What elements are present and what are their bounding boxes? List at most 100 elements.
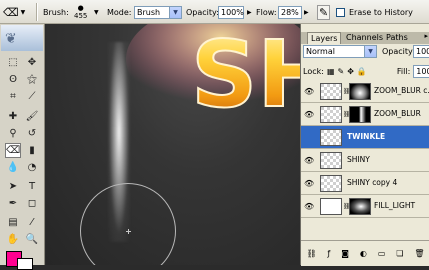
layer-name: TWINKLE (347, 132, 386, 141)
layer-style-icon[interactable]: ƒ (328, 249, 331, 258)
opacity-input[interactable]: 100% (218, 5, 244, 19)
layer-list: 👁 ⛓ ZOOM_BLUR c... 👁 ⛓ ZOOM_BLUR TWINKLE… (301, 80, 429, 240)
chevron-down-icon: ▼ (20, 8, 26, 16)
airbrush-button[interactable]: ✎ (317, 0, 331, 24)
shape-tool-icon[interactable]: ◻ (24, 196, 40, 211)
feather-logo-icon: ❦ (5, 31, 17, 47)
slice-tool-icon[interactable]: ⟋ (24, 89, 40, 104)
type-tool-icon[interactable]: T (24, 179, 40, 194)
history-brush-tool-icon[interactable]: ↺ (24, 126, 40, 141)
blend-mode-value: Normal (306, 47, 335, 56)
link-layers-icon[interactable]: ⛓ (306, 249, 316, 258)
lock-transparency-icon[interactable]: ▦ (327, 67, 335, 76)
brush-picker-arrow[interactable]: ▼ (92, 0, 99, 24)
brush-picker[interactable]: ● 455 (74, 0, 87, 24)
zoom-tool-icon[interactable]: 🔍 (24, 232, 40, 247)
mode-select[interactable]: Brush ▼ (134, 5, 182, 19)
document-canvas[interactable]: SH (46, 24, 300, 265)
blend-mode-select[interactable]: Normal ▼ (303, 45, 377, 58)
fill-value: 100 (416, 66, 429, 76)
flow-value: 28% (281, 7, 299, 17)
opacity-label: Opacity: (186, 7, 219, 17)
layer-name: FILL_LIGHT (374, 201, 416, 210)
tab-layers[interactable]: Layers (307, 32, 342, 44)
tab-channels[interactable]: Channels (343, 32, 386, 44)
blend-row: Normal ▼ Opacity: 100 (303, 45, 429, 59)
layer-row-selected[interactable]: TWINKLE (301, 126, 429, 149)
layer-thumbnail (320, 129, 342, 146)
fill-label: Fill: (396, 66, 411, 76)
magic-wand-tool-icon[interactable]: ⚝ (24, 72, 40, 87)
new-group-icon[interactable]: ▭ (378, 249, 386, 258)
layer-mask-thumbnail[interactable] (349, 198, 371, 215)
brush-size: 455 (74, 11, 88, 20)
layers-panel: Layers Channels Paths ▸ Normal ▼ Opacity… (300, 24, 429, 266)
toolbox-header: ❦ (1, 25, 43, 51)
toolbox: ❦ ⬚ ✥ ʘ ⚝ ⌗ ⟋ ✚ 🖌 ⚲ ↺ ⌫ ▮ 💧 ◔ ➤ T ✒ ◻ ▤ … (0, 24, 45, 270)
layer-name: SHINY (347, 155, 370, 164)
layer-row[interactable]: 👁 ⛓ ZOOM_BLUR (301, 103, 429, 126)
add-mask-icon[interactable]: ◙ (341, 249, 349, 258)
layer-opacity-label: Opacity: (382, 47, 415, 56)
lasso-tool-icon[interactable]: ʘ (5, 72, 21, 87)
tool-preset-picker[interactable]: ⌫ ▼ (3, 0, 25, 24)
delete-layer-icon[interactable]: 🗑 (414, 249, 424, 258)
dodge-tool-icon[interactable]: ◔ (24, 160, 40, 175)
artwork-letters: SH (191, 24, 300, 128)
layer-name: SHINY copy 4 (347, 178, 398, 187)
lock-all-icon[interactable]: 🔒 (357, 67, 367, 76)
layer-name: ZOOM_BLUR (374, 109, 421, 118)
gradient-tool-icon[interactable]: ▮ (24, 143, 40, 158)
flow-input[interactable]: 28% (278, 5, 302, 19)
eyedropper-tool-icon[interactable]: ⁄ (24, 215, 40, 230)
new-layer-icon[interactable]: ❏ (396, 249, 403, 258)
layer-row[interactable]: 👁 ⛓ ZOOM_BLUR c... (301, 80, 429, 103)
fill-input[interactable]: 100 (413, 64, 429, 78)
brush-tool-icon[interactable]: 🖌 (24, 109, 40, 124)
crop-tool-icon[interactable]: ⌗ (5, 89, 21, 104)
healing-brush-tool-icon[interactable]: ✚ (5, 109, 21, 124)
layer-mask-thumbnail[interactable] (349, 106, 371, 123)
notes-tool-icon[interactable]: ▤ (5, 215, 21, 230)
lock-paint-icon[interactable]: ✎ (338, 67, 345, 76)
layer-thumbnail (320, 198, 342, 215)
layer-opacity-input[interactable]: 100 (413, 45, 429, 58)
eye-icon[interactable]: 👁 (304, 179, 314, 188)
eye-icon[interactable]: 👁 (304, 202, 314, 211)
eraser-tool-icon[interactable]: ⌫ (5, 143, 21, 158)
brush-cursor (80, 183, 176, 265)
adjustment-layer-icon[interactable]: ◐ (360, 249, 367, 258)
panel-tabs: Layers Channels Paths ▸ (301, 32, 429, 44)
chevron-down-icon: ▼ (364, 46, 376, 57)
layer-row[interactable]: 👁 SHINY copy 4 (301, 172, 429, 195)
eye-icon[interactable]: 👁 (304, 87, 314, 96)
eye-icon[interactable]: 👁 (304, 110, 314, 119)
crosshair-icon (126, 229, 131, 234)
clone-stamp-tool-icon[interactable]: ⚲ (5, 126, 21, 141)
tab-paths[interactable]: Paths (383, 32, 411, 44)
lock-row: Lock: ▦ ✎ ✥ 🔒 Fill: 100 (303, 64, 429, 78)
layer-thumbnail (320, 175, 342, 192)
layer-opacity-value: 100 (416, 47, 429, 56)
layer-mask-thumbnail[interactable] (349, 83, 371, 100)
flow-slider-arrow[interactable]: ▶ (304, 9, 309, 16)
separator (36, 3, 38, 21)
marquee-tool-icon[interactable]: ⬚ (5, 55, 21, 70)
opacity-slider-arrow[interactable]: ▶ (247, 9, 252, 16)
erase-to-history-checkbox[interactable] (336, 7, 345, 17)
path-selection-tool-icon[interactable]: ➤ (5, 179, 21, 194)
background-color-swatch[interactable] (17, 258, 33, 270)
chevron-down-icon: ▼ (169, 6, 181, 18)
hand-tool-icon[interactable]: ✋ (5, 232, 21, 247)
layers-bottom-bar: ⛓ ƒ ◙ ◐ ▭ ❏ 🗑 (301, 240, 429, 266)
layer-row[interactable]: 👁 SHINY (301, 149, 429, 172)
lock-move-icon[interactable]: ✥ (347, 67, 354, 76)
layer-row[interactable]: 👁 ⛓ FILL_LIGHT (301, 195, 429, 218)
panel-menu-icon[interactable]: ▸ (424, 32, 428, 40)
eye-icon[interactable]: 👁 (304, 156, 314, 165)
move-tool-icon[interactable]: ✥ (24, 55, 40, 70)
layer-thumbnail (320, 152, 342, 169)
blur-tool-icon[interactable]: 💧 (5, 160, 21, 175)
erase-to-history-label: Erase to History (349, 7, 413, 17)
pen-tool-icon[interactable]: ✒ (5, 196, 21, 211)
